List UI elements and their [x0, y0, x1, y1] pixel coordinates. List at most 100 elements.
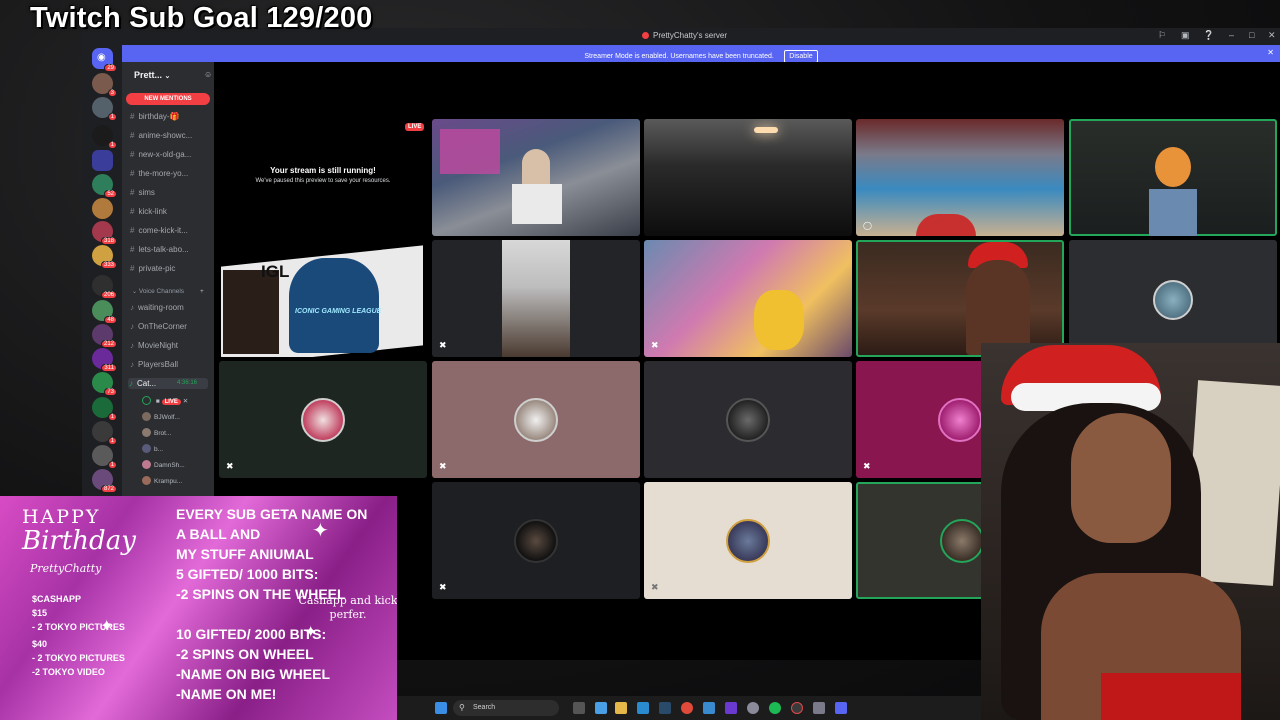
server-icon[interactable]: 1	[92, 97, 117, 121]
video-tile-avatar[interactable]: ✖	[219, 361, 427, 478]
server-icon[interactable]: 1	[92, 397, 117, 421]
video-tile-game[interactable]: ◯	[856, 119, 1064, 236]
face-shape	[1071, 413, 1171, 543]
app-icon[interactable]	[703, 702, 715, 714]
voice-user[interactable]: BJWolf...	[142, 412, 180, 421]
server-icon[interactable]: 1	[92, 421, 117, 445]
server-icon[interactable]: 48	[92, 300, 117, 324]
sub-goal-title: Twitch Sub Goal 129/200	[30, 2, 373, 34]
voice-user[interactable]: b...	[142, 444, 163, 453]
server-icon-active[interactable]: 1	[92, 125, 117, 149]
server-icon[interactable]: 1	[92, 445, 117, 469]
server-name[interactable]: Prett... ⌄ ☺	[134, 70, 212, 80]
voice-user-self[interactable]: ■ LIVE ✕	[142, 396, 188, 405]
avatar	[1153, 280, 1193, 320]
voice-user[interactable]: Brot...	[142, 428, 171, 437]
channel-item[interactable]: # birthday-🎁	[130, 112, 180, 121]
app-icon[interactable]	[747, 702, 759, 714]
video-tile-avatar[interactable]	[1069, 240, 1277, 357]
new-mentions-pill[interactable]: NEW MENTIONS	[126, 93, 210, 105]
discord-home-icon[interactable]: ◉ 29	[92, 48, 117, 72]
channel-item[interactable]: # sims	[130, 188, 155, 197]
obs-icon[interactable]	[791, 702, 803, 714]
banner-close-icon[interactable]: ✕	[1267, 48, 1274, 57]
channel-item[interactable]: # kick-link	[130, 207, 167, 216]
video-tile[interactable]: ✖	[432, 240, 640, 357]
avatar	[142, 412, 151, 421]
video-tile-avatar[interactable]: ✖	[644, 482, 852, 599]
hash-icon: #	[130, 112, 135, 121]
avatar	[142, 460, 151, 469]
steam-icon[interactable]	[659, 702, 671, 714]
taskbar-search[interactable]: ⚲ Search	[453, 700, 559, 716]
video-tile-speaking[interactable]	[856, 240, 1064, 357]
video-tile[interactable]	[644, 119, 852, 236]
voice-channel[interactable]: ♪ MovieNight	[130, 341, 178, 350]
file-explorer-icon[interactable]	[615, 702, 627, 714]
help-icon[interactable]: ❔	[1203, 30, 1214, 41]
maximize-icon[interactable]: □	[1249, 30, 1254, 40]
spotify-icon[interactable]	[769, 702, 781, 714]
close-icon[interactable]: ✕	[183, 398, 188, 405]
server-icon[interactable]: 333	[92, 245, 117, 269]
sparkle-icon: ✦	[100, 618, 114, 635]
minimize-icon[interactable]: –	[1229, 30, 1234, 40]
voice-channel[interactable]: ♪ waiting-room	[130, 303, 184, 312]
server-icon[interactable]: 872	[92, 469, 117, 493]
server-icon[interactable]: 52	[92, 174, 117, 198]
app-icon[interactable]	[725, 702, 737, 714]
close-icon[interactable]: ✕	[1268, 30, 1276, 41]
igl-sub-text: ICONIC GAMING LEAGUE	[295, 308, 382, 315]
store-icon[interactable]	[637, 702, 649, 714]
video-tile-avatar[interactable]	[644, 361, 852, 478]
voice-user[interactable]: Krampu...	[142, 476, 182, 485]
voice-category[interactable]: ⌄ Voice Channels +	[132, 288, 204, 295]
copilot-icon[interactable]	[595, 702, 607, 714]
video-tile-speaking[interactable]	[1069, 119, 1277, 236]
task-view-icon[interactable]	[573, 702, 585, 714]
avatar	[142, 396, 151, 405]
camera-icon: ■	[155, 398, 160, 405]
start-icon[interactable]	[435, 702, 447, 714]
add-user-icon[interactable]: ☺	[204, 70, 212, 79]
channel-item[interactable]: # new-x-old-ga...	[130, 150, 191, 159]
server-icon[interactable]	[92, 198, 113, 219]
hash-icon: #	[130, 169, 135, 178]
folder-icon[interactable]	[92, 150, 113, 171]
chrome-icon[interactable]	[681, 702, 693, 714]
video-tile-self-stream[interactable]: LIVE Your stream is still running! We've…	[219, 119, 427, 236]
channel-item[interactable]: # the-more-yo...	[130, 169, 188, 178]
video-tile[interactable]: ✖	[644, 240, 852, 357]
screen-icon[interactable]: ▣	[1181, 30, 1190, 41]
voice-channel-active[interactable]: ♪ Cat... 4:36:16	[128, 378, 208, 389]
voice-channel[interactable]: ♪ OnTheCorner	[130, 322, 187, 331]
server-icon[interactable]: 206	[92, 275, 117, 299]
channel-item[interactable]: # lets-talk-abo...	[130, 245, 189, 254]
video-tile-avatar[interactable]: ✖	[432, 482, 640, 599]
channel-item[interactable]: # private-pic	[130, 264, 175, 273]
avatar	[142, 428, 151, 437]
settings-icon[interactable]	[813, 702, 825, 714]
video-tile-igl[interactable]: IGL ICONIC GAMING LEAGUE	[219, 240, 427, 357]
speaker-icon: ♪	[129, 379, 133, 388]
pin-icon[interactable]: ⚐	[1158, 30, 1166, 41]
server-icon[interactable]: 318	[92, 221, 117, 245]
birthday-text: Birthday	[22, 526, 136, 556]
avatar	[142, 476, 151, 485]
court-shape	[916, 214, 976, 236]
server-icon[interactable]: 73	[92, 372, 117, 396]
video-tile-avatar[interactable]: ✖	[432, 361, 640, 478]
person-shape	[966, 260, 1030, 355]
video-tile[interactable]	[432, 119, 640, 236]
avatar	[514, 519, 558, 563]
server-icon[interactable]: 212	[92, 324, 117, 348]
server-icon[interactable]: 311	[92, 348, 117, 372]
voice-user[interactable]: DamnSh...	[142, 460, 185, 469]
discord-icon[interactable]	[835, 702, 847, 714]
channel-item[interactable]: # anime-showc...	[130, 131, 192, 140]
sub-headline: EVERY SUB GETA NAME ON A BALL AND MY STU…	[176, 506, 368, 562]
speaker-icon: ♪	[130, 322, 134, 331]
voice-channel[interactable]: ♪ PlayersBall	[130, 360, 178, 369]
channel-item[interactable]: # come-kick-it...	[130, 226, 188, 235]
server-icon[interactable]: 3	[92, 73, 117, 97]
